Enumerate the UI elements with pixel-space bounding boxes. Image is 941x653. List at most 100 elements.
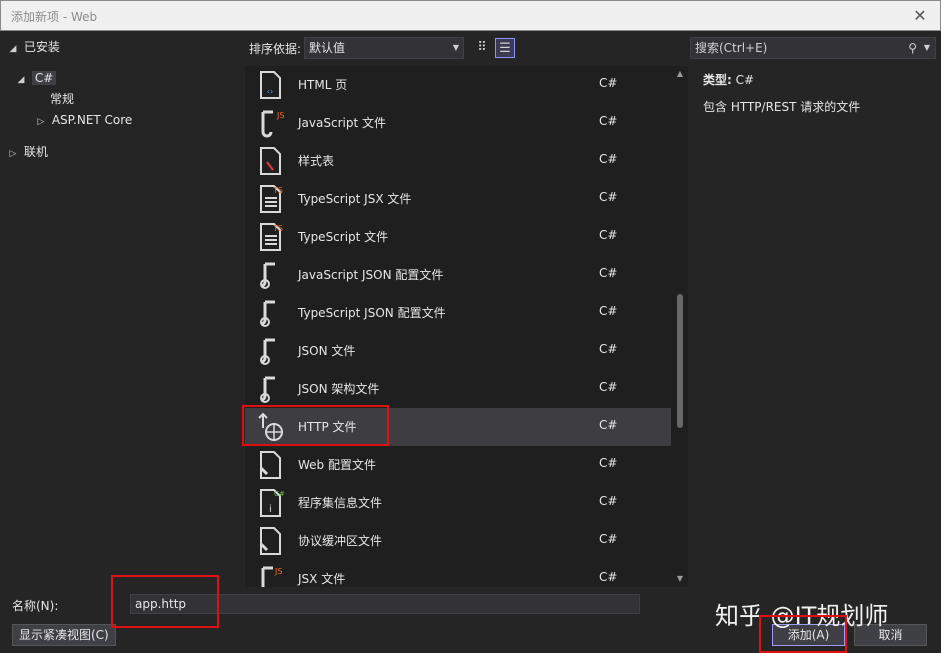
html-page-icon: ‹› (255, 70, 285, 100)
expanded-arrow-icon: ◢ (9, 44, 17, 54)
list-item-language: C# (599, 76, 618, 90)
tree-label-aspnet: ASP.NET Core (51, 113, 133, 127)
search-icon: ⚲ (908, 41, 917, 55)
javascript-file-icon: JS (255, 108, 285, 138)
svg-text:JS: JS (276, 111, 284, 120)
name-label: 名称(N): (12, 599, 59, 613)
list-item-language: C# (599, 342, 618, 356)
search-input[interactable]: 搜索(Ctrl+E) ⚲ ▼ (690, 37, 936, 59)
type-value: C# (735, 73, 755, 87)
type-label: 类型: (703, 73, 732, 87)
collapsed-arrow-icon: ▷ (37, 117, 45, 127)
list-item[interactable]: JS JSX 文件 C# (245, 560, 671, 587)
svg-text:C#: C# (274, 490, 285, 498)
sort-label: 排序依据: (249, 42, 302, 56)
vertical-scrollbar[interactable]: ▲ ▼ (672, 66, 688, 587)
jsx-file-icon: JS (255, 564, 285, 587)
list-item-language: C# (599, 152, 618, 166)
json-schema-icon (255, 374, 285, 404)
protobuf-file-icon (255, 526, 285, 556)
list-item[interactable]: JavaScript JSON 配置文件 C# (245, 256, 671, 294)
close-icon[interactable]: ✕ (908, 4, 932, 28)
tree-node-installed[interactable]: ◢ 已安装 (6, 37, 60, 57)
list-item-language: C# (599, 380, 618, 394)
list-item[interactable]: TS TypeScript JSX 文件 C# (245, 180, 671, 218)
list-item[interactable]: i C# 程序集信息文件 C# (245, 484, 671, 522)
list-item[interactable]: 样式表 C# (245, 142, 671, 180)
json-config-icon (255, 298, 285, 328)
tree-label-installed: 已安装 (23, 40, 60, 54)
typescript-jsx-icon: TS (255, 184, 285, 214)
sort-dropdown[interactable]: 默认值 ▼ (304, 37, 464, 59)
list-item-name: TypeScript 文件 (298, 230, 389, 244)
json-config-icon (255, 260, 285, 290)
list-item-name: JavaScript 文件 (298, 116, 386, 130)
list-item-language: C# (599, 570, 618, 584)
tree-node-common[interactable]: 常规 (50, 89, 74, 109)
list-item-language: C# (599, 494, 618, 508)
tree-node-csharp[interactable]: ◢ C# (14, 68, 57, 88)
list-item[interactable]: JSON 文件 C# (245, 332, 671, 370)
list-item[interactable]: JSON 架构文件 C# (245, 370, 671, 408)
highlight-box-add-button (759, 615, 847, 653)
web-config-icon (255, 450, 285, 480)
details-panel: 类型: C# 包含 HTTP/REST 请求的文件 (703, 71, 933, 115)
highlight-box-name-field (111, 575, 219, 628)
svg-text:‹›: ‹› (267, 87, 273, 96)
tree-label-common: 常规 (50, 92, 75, 106)
list-item[interactable]: JS JavaScript 文件 C# (245, 104, 671, 142)
list-item-name: JSX 文件 (298, 572, 346, 586)
stylesheet-icon (255, 146, 285, 176)
list-item-name: JSON 文件 (298, 344, 356, 358)
list-item-language: C# (599, 266, 618, 280)
sort-value: 默认值 (309, 41, 346, 55)
compact-view-button[interactable]: 显示紧凑视图(C) (12, 624, 116, 646)
list-item-language: C# (599, 228, 618, 242)
scroll-up-icon[interactable]: ▲ (672, 66, 688, 82)
list-item-name: 协议缓冲区文件 (298, 534, 383, 548)
title-bar: 添加新项 - Web ✕ (0, 0, 941, 31)
chevron-down-icon: ▼ (923, 43, 930, 52)
scroll-down-icon[interactable]: ▼ (672, 571, 688, 587)
window-title: 添加新项 - Web (11, 10, 98, 24)
collapsed-arrow-icon: ▷ (9, 149, 17, 159)
list-item[interactable]: TS TypeScript 文件 C# (245, 218, 671, 256)
template-list: ‹› HTML 页 C# JS JavaScript 文件 C# 样式表 C# TS TypeSc… (245, 66, 688, 587)
list-item-name: HTML 页 (298, 78, 348, 92)
list-item-language: C# (599, 114, 618, 128)
list-view-icon[interactable]: ☰ (495, 38, 515, 58)
json-file-icon (255, 336, 285, 366)
add-new-item-dialog: ◢ 已安装 ◢ C# 常规 ▷ ASP.NET Core ▷ 联机 排序依据: … (0, 31, 941, 653)
list-item-name: TypeScript JSX 文件 (298, 192, 412, 206)
list-item-name: TypeScript JSON 配置文件 (298, 306, 446, 320)
list-item-language: C# (599, 304, 618, 318)
list-item[interactable]: Web 配置文件 C# (245, 446, 671, 484)
assembly-info-icon: i C# (255, 488, 285, 518)
template-tree: ◢ 已安装 ◢ C# 常规 ▷ ASP.NET Core ▷ 联机 (0, 31, 243, 587)
search-placeholder: 搜索(Ctrl+E) (695, 41, 768, 55)
highlight-box-http-item (242, 405, 389, 446)
list-item-language: C# (599, 418, 618, 432)
tree-node-online[interactable]: ▷ 联机 (6, 142, 48, 162)
list-item-name: JSON 架构文件 (298, 382, 380, 396)
list-item-language: C# (599, 532, 618, 546)
tree-label-csharp: C# (31, 71, 57, 85)
list-item-name: 样式表 (298, 154, 335, 168)
svg-text:TS: TS (272, 224, 283, 233)
tree-node-aspnet[interactable]: ▷ ASP.NET Core (34, 110, 133, 130)
expanded-arrow-icon: ◢ (17, 75, 25, 85)
list-item-name: JavaScript JSON 配置文件 (298, 268, 444, 282)
svg-text:i: i (269, 504, 272, 515)
list-item[interactable]: TypeScript JSON 配置文件 C# (245, 294, 671, 332)
list-item[interactable]: ‹› HTML 页 C# (245, 66, 671, 104)
list-item-language: C# (599, 456, 618, 470)
list-item-name: 程序集信息文件 (298, 496, 383, 510)
grid-view-icon[interactable]: ⠿ (472, 38, 492, 58)
tree-label-online: 联机 (23, 145, 48, 159)
item-description: 包含 HTTP/REST 请求的文件 (703, 100, 861, 114)
list-item[interactable]: 协议缓冲区文件 C# (245, 522, 671, 560)
scroll-thumb[interactable] (677, 294, 683, 428)
chevron-down-icon: ▼ (452, 43, 459, 52)
list-item-language: C# (599, 190, 618, 204)
svg-text:JS: JS (274, 567, 282, 576)
